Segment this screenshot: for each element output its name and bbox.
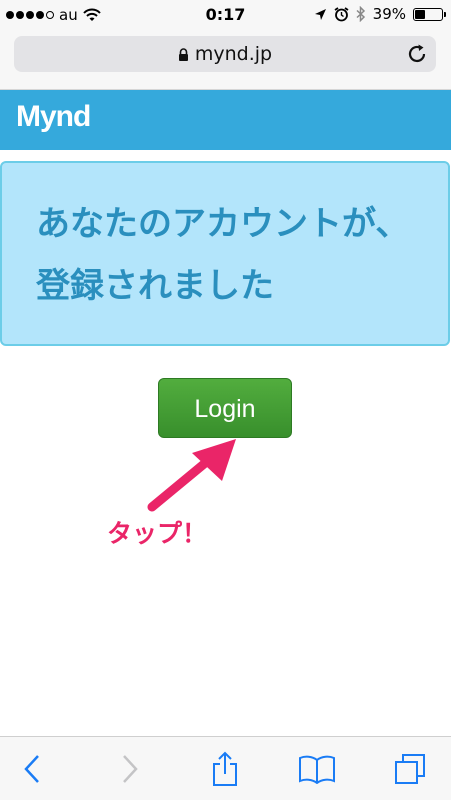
share-icon — [213, 751, 237, 786]
book-icon — [299, 755, 335, 784]
reload-icon[interactable] — [406, 43, 428, 65]
back-button[interactable] — [12, 751, 52, 787]
notice-message: あなたのアカウントが、登録されました — [36, 204, 410, 306]
browser-toolbar — [0, 736, 451, 800]
site-logo[interactable]: Mynd — [16, 100, 91, 134]
url-display[interactable]: mynd.jp — [14, 43, 436, 65]
tap-annotation: タップ！ — [107, 519, 208, 548]
url-text: mynd.jp — [194, 43, 273, 65]
bluetooth-icon — [356, 6, 365, 22]
battery-icon — [413, 7, 446, 21]
alarm-clock-icon — [334, 6, 349, 21]
forward-chevron-icon — [123, 755, 138, 783]
bookmarks-button[interactable] — [297, 751, 337, 787]
lock-icon — [178, 47, 188, 61]
tabs-icon — [395, 754, 425, 784]
tabs-button[interactable] — [390, 751, 430, 787]
annotation-arrow-icon — [147, 439, 236, 512]
status-right: 39% — [314, 5, 446, 23]
site-header: Mynd — [0, 90, 451, 150]
browser-address-area: mynd.jp — [0, 30, 451, 90]
location-arrow-icon — [314, 8, 326, 20]
forward-button[interactable] — [110, 751, 150, 787]
registration-notice: あなたのアカウントが、登録されました — [0, 161, 450, 346]
share-button[interactable] — [205, 751, 245, 787]
address-bar[interactable]: mynd.jp — [14, 36, 436, 72]
login-button[interactable]: Login — [158, 378, 292, 438]
battery-percent: 39% — [372, 5, 406, 23]
status-bar: au 0:17 39% — [0, 0, 451, 30]
back-chevron-icon — [24, 755, 39, 783]
